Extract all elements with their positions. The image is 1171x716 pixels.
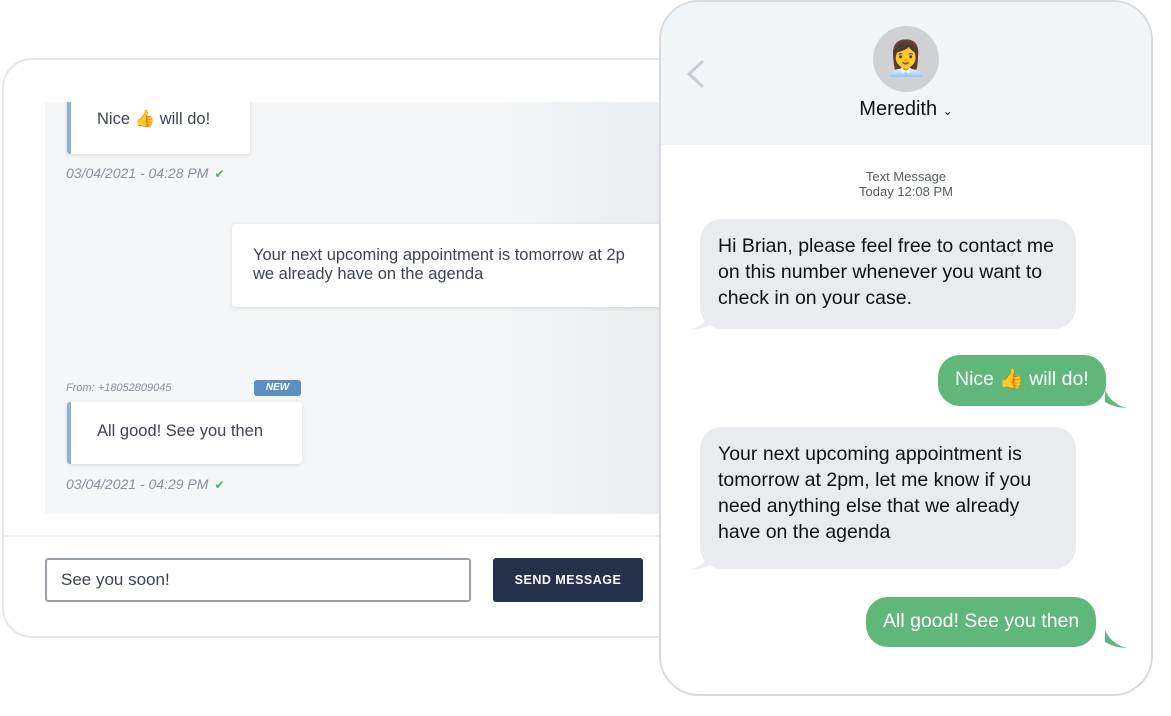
message-input[interactable] (45, 558, 471, 602)
message-timestamp: 03/04/2021 - 04:28 PM ✔ (66, 165, 225, 181)
divider (4, 535, 720, 537)
back-chevron-icon[interactable] (683, 58, 709, 90)
incoming-message: All good! See you then (67, 402, 302, 464)
phone-header: 👩‍💼 Meredith ⌄ (661, 2, 1151, 145)
check-icon: ✔ (214, 167, 225, 181)
bubble-tail (1105, 630, 1127, 648)
conversation-meta: Text Message Today 12:08 PM (859, 169, 953, 199)
message-thread[interactable]: Nice 👍 will do! 03/04/2021 - 04:28 PM ✔ Y… (45, 102, 685, 514)
sent-bubble: All good! See you then (866, 597, 1097, 647)
check-icon: ✔ (214, 478, 225, 492)
chevron-down-icon: ⌄ (942, 104, 953, 118)
sent-bubble: Nice 👍 will do! (938, 355, 1106, 406)
bubble-tail (689, 312, 711, 330)
contact-avatar[interactable]: 👩‍💼 (873, 26, 939, 92)
phone-imessage-view: 👩‍💼 Meredith ⌄ Text Message Today 12:08 P… (659, 0, 1153, 696)
received-bubble: Hi Brian, please feel free to contact me… (700, 219, 1076, 329)
received-bubble: Your next upcoming appointment is tomorr… (700, 427, 1076, 569)
send-message-button[interactable]: SEND MESSAGE (493, 558, 643, 602)
outgoing-message: Your next upcoming appointment is tomorr… (232, 224, 685, 307)
incoming-message: Nice 👍 will do! (67, 102, 250, 154)
bubble-tail (1105, 390, 1127, 408)
contact-name[interactable]: Meredith ⌄ (661, 98, 1151, 121)
sender-number: From: +18052809045 (66, 382, 172, 394)
new-badge: NEW (254, 380, 301, 396)
bubble-tail (689, 552, 711, 570)
dashboard-chat-card: Nice 👍 will do! 03/04/2021 - 04:28 PM ✔ Y… (2, 58, 722, 638)
message-timestamp: 03/04/2021 - 04:29 PM ✔ (66, 476, 225, 492)
